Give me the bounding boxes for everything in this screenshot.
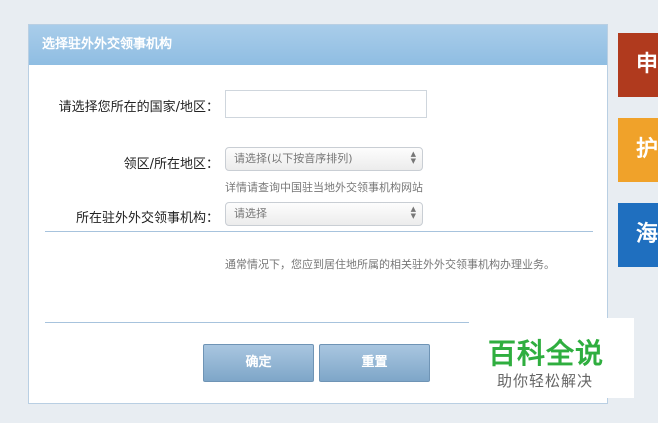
- side-banner-passport[interactable]: 护: [618, 118, 658, 182]
- watermark-subtitle: 助你轻松解决: [497, 372, 594, 390]
- country-label: 请选择您所在的国家/地区：: [58, 100, 219, 115]
- divider-bottom: [45, 322, 469, 323]
- panel-title: 选择驻外外交领事机构: [29, 25, 607, 65]
- side-banner-overseas[interactable]: 海: [618, 203, 658, 267]
- select-arrows-icon: ▲ ▼: [410, 150, 416, 165]
- side-banner-apply[interactable]: 申: [618, 33, 658, 97]
- district-label: 领区/所在地区：: [123, 157, 219, 172]
- watermark-logo: 百科全说 助你轻松解决: [470, 318, 634, 398]
- watermark-title: 百科全说: [488, 337, 605, 370]
- select-arrows-icon: ▲ ▼: [410, 205, 416, 220]
- divider-top: [45, 231, 593, 232]
- mission-select-value: 请选择: [234, 207, 267, 220]
- district-select[interactable]: 请选择(以下按音序排列) ▲ ▼: [225, 147, 423, 171]
- notice-text: 通常情况下，您应到居住地所属的相关驻外外交领事机构办理业务。: [225, 258, 555, 271]
- mission-label: 所在驻外外交领事机构：: [75, 211, 219, 226]
- confirm-button[interactable]: 确定: [203, 344, 314, 382]
- district-select-value: 请选择(以下按音序排列): [234, 152, 353, 165]
- reset-button[interactable]: 重置: [319, 344, 430, 382]
- district-hint: 详情请查询中国驻当地外交领事机构网站: [225, 181, 423, 194]
- country-input[interactable]: [225, 90, 427, 118]
- mission-select[interactable]: 请选择 ▲ ▼: [225, 202, 423, 226]
